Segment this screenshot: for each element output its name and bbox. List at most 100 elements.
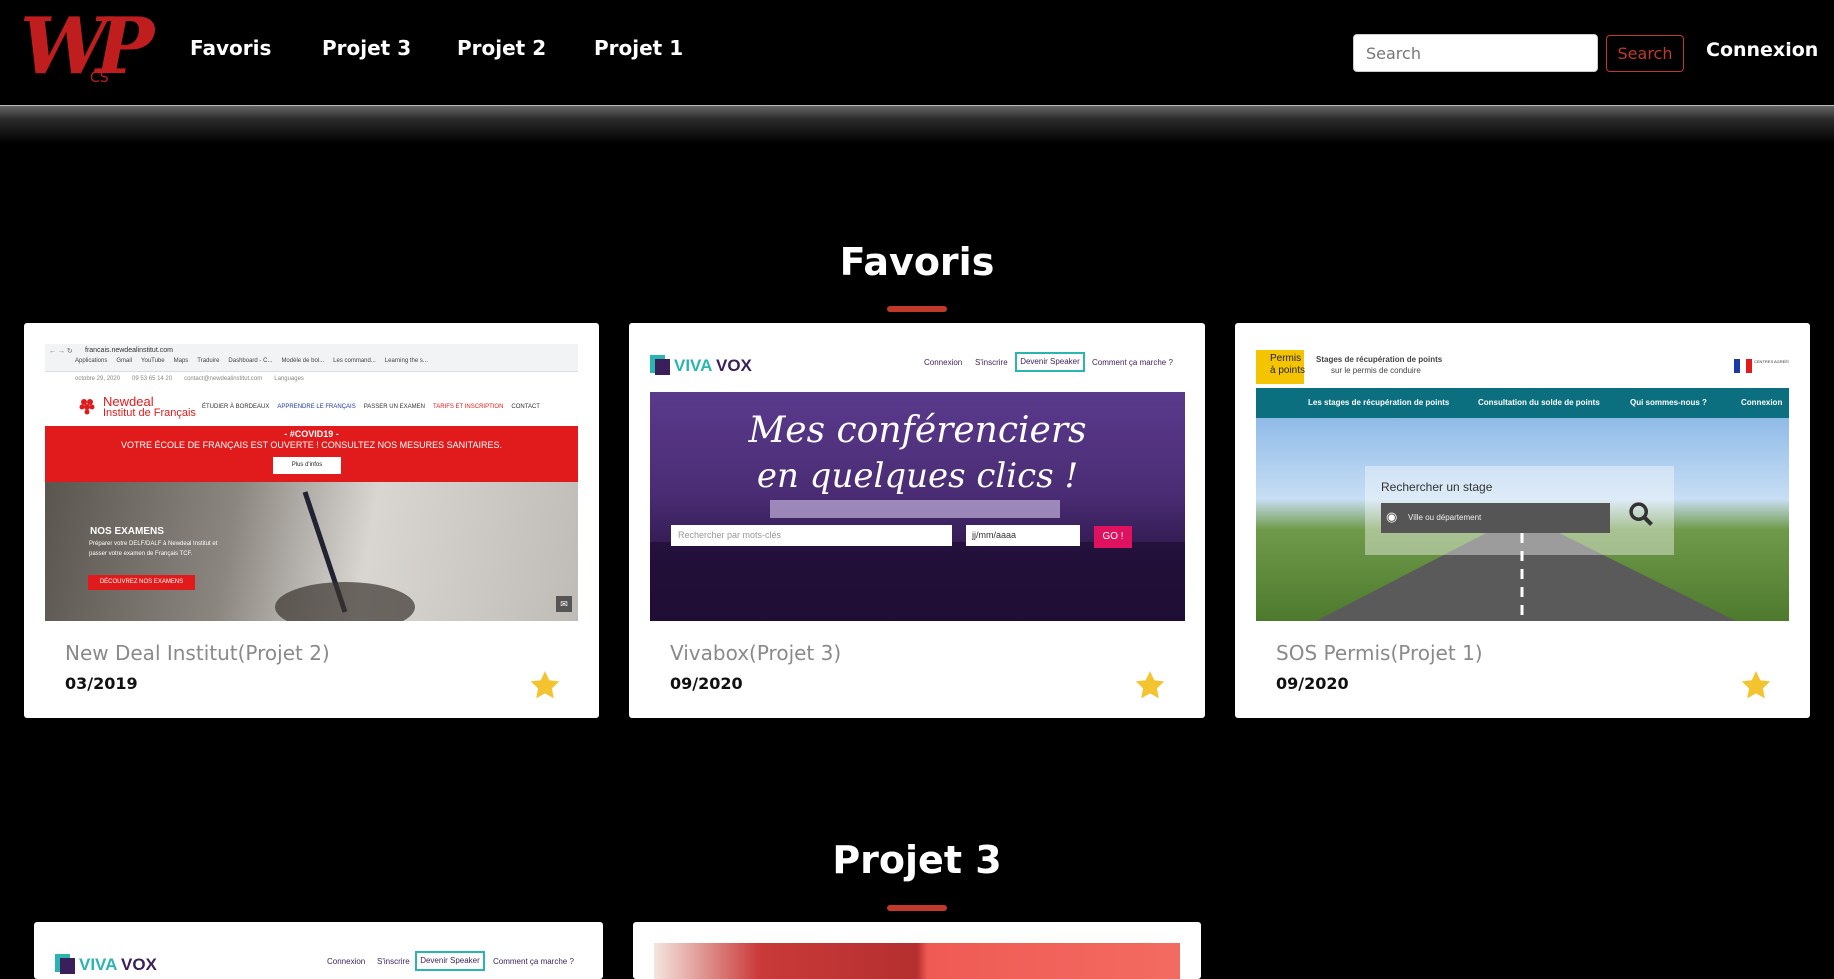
bookmark-item: YouTube (141, 358, 165, 364)
section-underline (887, 306, 947, 312)
browser-url: francais.newdealinstitut.com (85, 347, 173, 354)
covid-text: VOTRE ÉCOLE DE FRANÇAIS EST OUVERTE ! CO… (121, 440, 502, 450)
stage-search-title: Rechercher un stage (1381, 480, 1493, 494)
project-card-newdeal[interactable]: ← → ↻ francais.newdealinstitut.com Appli… (24, 323, 599, 718)
card-title[interactable]: New Deal Institut(Projet 2) (65, 641, 330, 665)
road-hero-image: Rechercher un stage ◉ Ville ou départeme… (1256, 418, 1789, 621)
project-card-p3-second[interactable] (633, 922, 1201, 979)
mail-icon: ✉ (556, 596, 572, 612)
nav-link-projet-1[interactable]: Projet 1 (594, 36, 683, 60)
project-card-vivabox[interactable]: VIVA VOX Connexion S'inscrire Devenir Sp… (629, 323, 1205, 718)
menu-item: Comment ça marche ? (493, 957, 574, 966)
menu-item: S'inscrire (377, 957, 410, 966)
permis-brand-1: Permis (1270, 353, 1302, 364)
info-languages: Languages (274, 376, 304, 382)
bookmark-item: Les command... (333, 358, 376, 364)
search-button[interactable]: Search (1606, 35, 1684, 72)
topbar-info: octobre 29, 2020 09 53 65 14 20 contact@… (75, 376, 304, 382)
card-date: 09/2020 (670, 674, 743, 693)
favorite-star-icon[interactable] (528, 669, 562, 701)
project-card-sospermis[interactable]: Permis à points Stages de récupération d… (1235, 323, 1810, 718)
favorite-star-icon[interactable] (1739, 669, 1773, 701)
menu-item: Qui sommes-nous ? (1630, 398, 1707, 407)
site-logo[interactable]: WP CS (20, 8, 154, 92)
permis-logo: Permis à points (1256, 350, 1306, 384)
menu-item: CONTACT (511, 404, 540, 410)
menu-item: TARIFS ET INSCRIPTION (432, 404, 504, 410)
info-phone: 09 53 65 14 20 (132, 376, 173, 382)
french-flag-icon (1734, 358, 1752, 373)
stage-search-placeholder: Ville ou département (1408, 513, 1482, 522)
nav-link-favoris[interactable]: Favoris (190, 36, 271, 60)
vivavox-logo-icon (650, 353, 672, 377)
bookmark-item: Traduire (197, 358, 220, 364)
covid-banner: - #COVID19 - VOTRE ÉCOLE DE FRANÇAIS EST… (45, 426, 578, 482)
nav-link-projet-2[interactable]: Projet 2 (457, 36, 546, 60)
permis-tagline-2: sur le permis de conduire (1331, 366, 1421, 375)
info-date: octobre 29, 2020 (75, 376, 121, 382)
navbar: WP CS Favoris Projet 3 Projet 2 Projet 1… (0, 0, 1834, 106)
exam-text: passer votre examen de Français TCF. (89, 551, 193, 557)
project-screenshot (654, 943, 1180, 979)
hero-line-1: Mes conférenciers (748, 410, 1087, 451)
card-date: 09/2020 (1276, 674, 1349, 693)
vivavox-go-button: GO ! (1094, 526, 1132, 548)
browser-chrome: ← → ↻ francais.newdealinstitut.com Appli… (45, 344, 578, 372)
exam-text: Préparer votre DELF/DALF à Newdeal Insti… (89, 541, 218, 547)
connexion-link[interactable]: Connexion (1706, 39, 1818, 61)
menu-item: ÉTUDIER À BORDEAUX (202, 404, 270, 410)
vivavox-brand-a: VIVA (79, 955, 118, 974)
newdeal-brand-2: Institut de Français (103, 407, 196, 419)
stage-search-field: ◉ Ville ou département (1381, 503, 1610, 533)
browser-nav-icons: ← → ↻ (49, 348, 73, 355)
vivavox-logo-icon (55, 952, 77, 976)
vivavox-date-field: jj/mm/aaaa (966, 525, 1080, 546)
vivavox-search-field: Rechercher par mots-clés (671, 525, 952, 546)
menu-item: Connexion (327, 957, 366, 966)
exam-button: DÉCOUVREZ NOS EXAMENS (88, 575, 195, 590)
menu-item: Les stages de récupération de points (1308, 398, 1450, 407)
bookmark-item: Dashboard - C... (228, 358, 273, 364)
menu-item: PASSER UN EXAMEN (363, 404, 425, 410)
vivavox-brand-b: VOX (121, 955, 157, 974)
covid-info-button: Plus d'infos (273, 457, 341, 474)
bookmark-item: Maps (173, 358, 189, 364)
hero-line-2: en quelques clics ! (756, 456, 1079, 496)
permis-badge: CENTRES AGRÉÉS PAR LES PRÉFECTURES (1754, 359, 1789, 364)
menu-item: S'inscrire (975, 358, 1008, 367)
permis-tagline-1: Stages de récupération de points (1316, 355, 1443, 364)
exam-title: NOS EXAMENS (90, 526, 164, 537)
vivavox-brand-b: VOX (716, 356, 752, 375)
menu-item: Connexion (1741, 398, 1783, 407)
info-email: contact@newdealinstitut.com (184, 376, 263, 382)
bookmark-item: Learning the s... (384, 358, 428, 364)
logo-cs: CS (90, 70, 109, 86)
grape-logo-icon (78, 396, 98, 416)
project-screenshot: ← → ↻ francais.newdealinstitut.com Appli… (45, 344, 578, 621)
menu-item: APPRENDRE LE FRANÇAIS (277, 404, 356, 410)
project-screenshot: Permis à points Stages de récupération d… (1256, 344, 1789, 621)
navbar-shadow (0, 106, 1834, 144)
search-input[interactable] (1353, 34, 1598, 72)
project-card-vivabox-p3[interactable]: VIVA VOX Connexion S'inscrire Devenir Sp… (34, 922, 603, 979)
favorite-star-icon[interactable] (1133, 669, 1167, 701)
permis-brand-2: à points (1270, 365, 1306, 376)
covid-title: - #COVID19 - (284, 429, 339, 439)
section-underline (887, 905, 947, 911)
menu-item: Devenir Speaker (415, 951, 485, 971)
nav-link-projet-3[interactable]: Projet 3 (322, 36, 411, 60)
card-title[interactable]: SOS Permis(Projet 1) (1276, 641, 1483, 665)
section-title-projet-3: Projet 3 (832, 838, 1002, 882)
newdeal-menu: ÉTUDIER À BORDEAUX APPRENDRE LE FRANÇAIS… (202, 404, 540, 410)
bookmark-item: Applications (75, 358, 108, 364)
vivavox-brand-a: VIVA (674, 356, 713, 375)
vivavox-hero: Mes conférenciers en quelques clics ! Re… (650, 392, 1185, 621)
menu-item: Consultation du solde de points (1478, 398, 1600, 407)
card-title[interactable]: Vivabox(Projet 3) (670, 641, 841, 665)
bookmark-bar: Applications Gmail YouTube Maps Traduire… (75, 358, 428, 364)
menu-item: Devenir Speaker (1015, 352, 1085, 372)
permis-menu: Les stages de récupération de points Con… (1256, 388, 1789, 418)
project-screenshot: VIVA VOX Connexion S'inscrire Devenir Sp… (650, 344, 1185, 621)
location-pin-icon: ◉ (1386, 509, 1398, 524)
stage-search-box: Rechercher un stage ◉ Ville ou départeme… (1365, 466, 1674, 555)
